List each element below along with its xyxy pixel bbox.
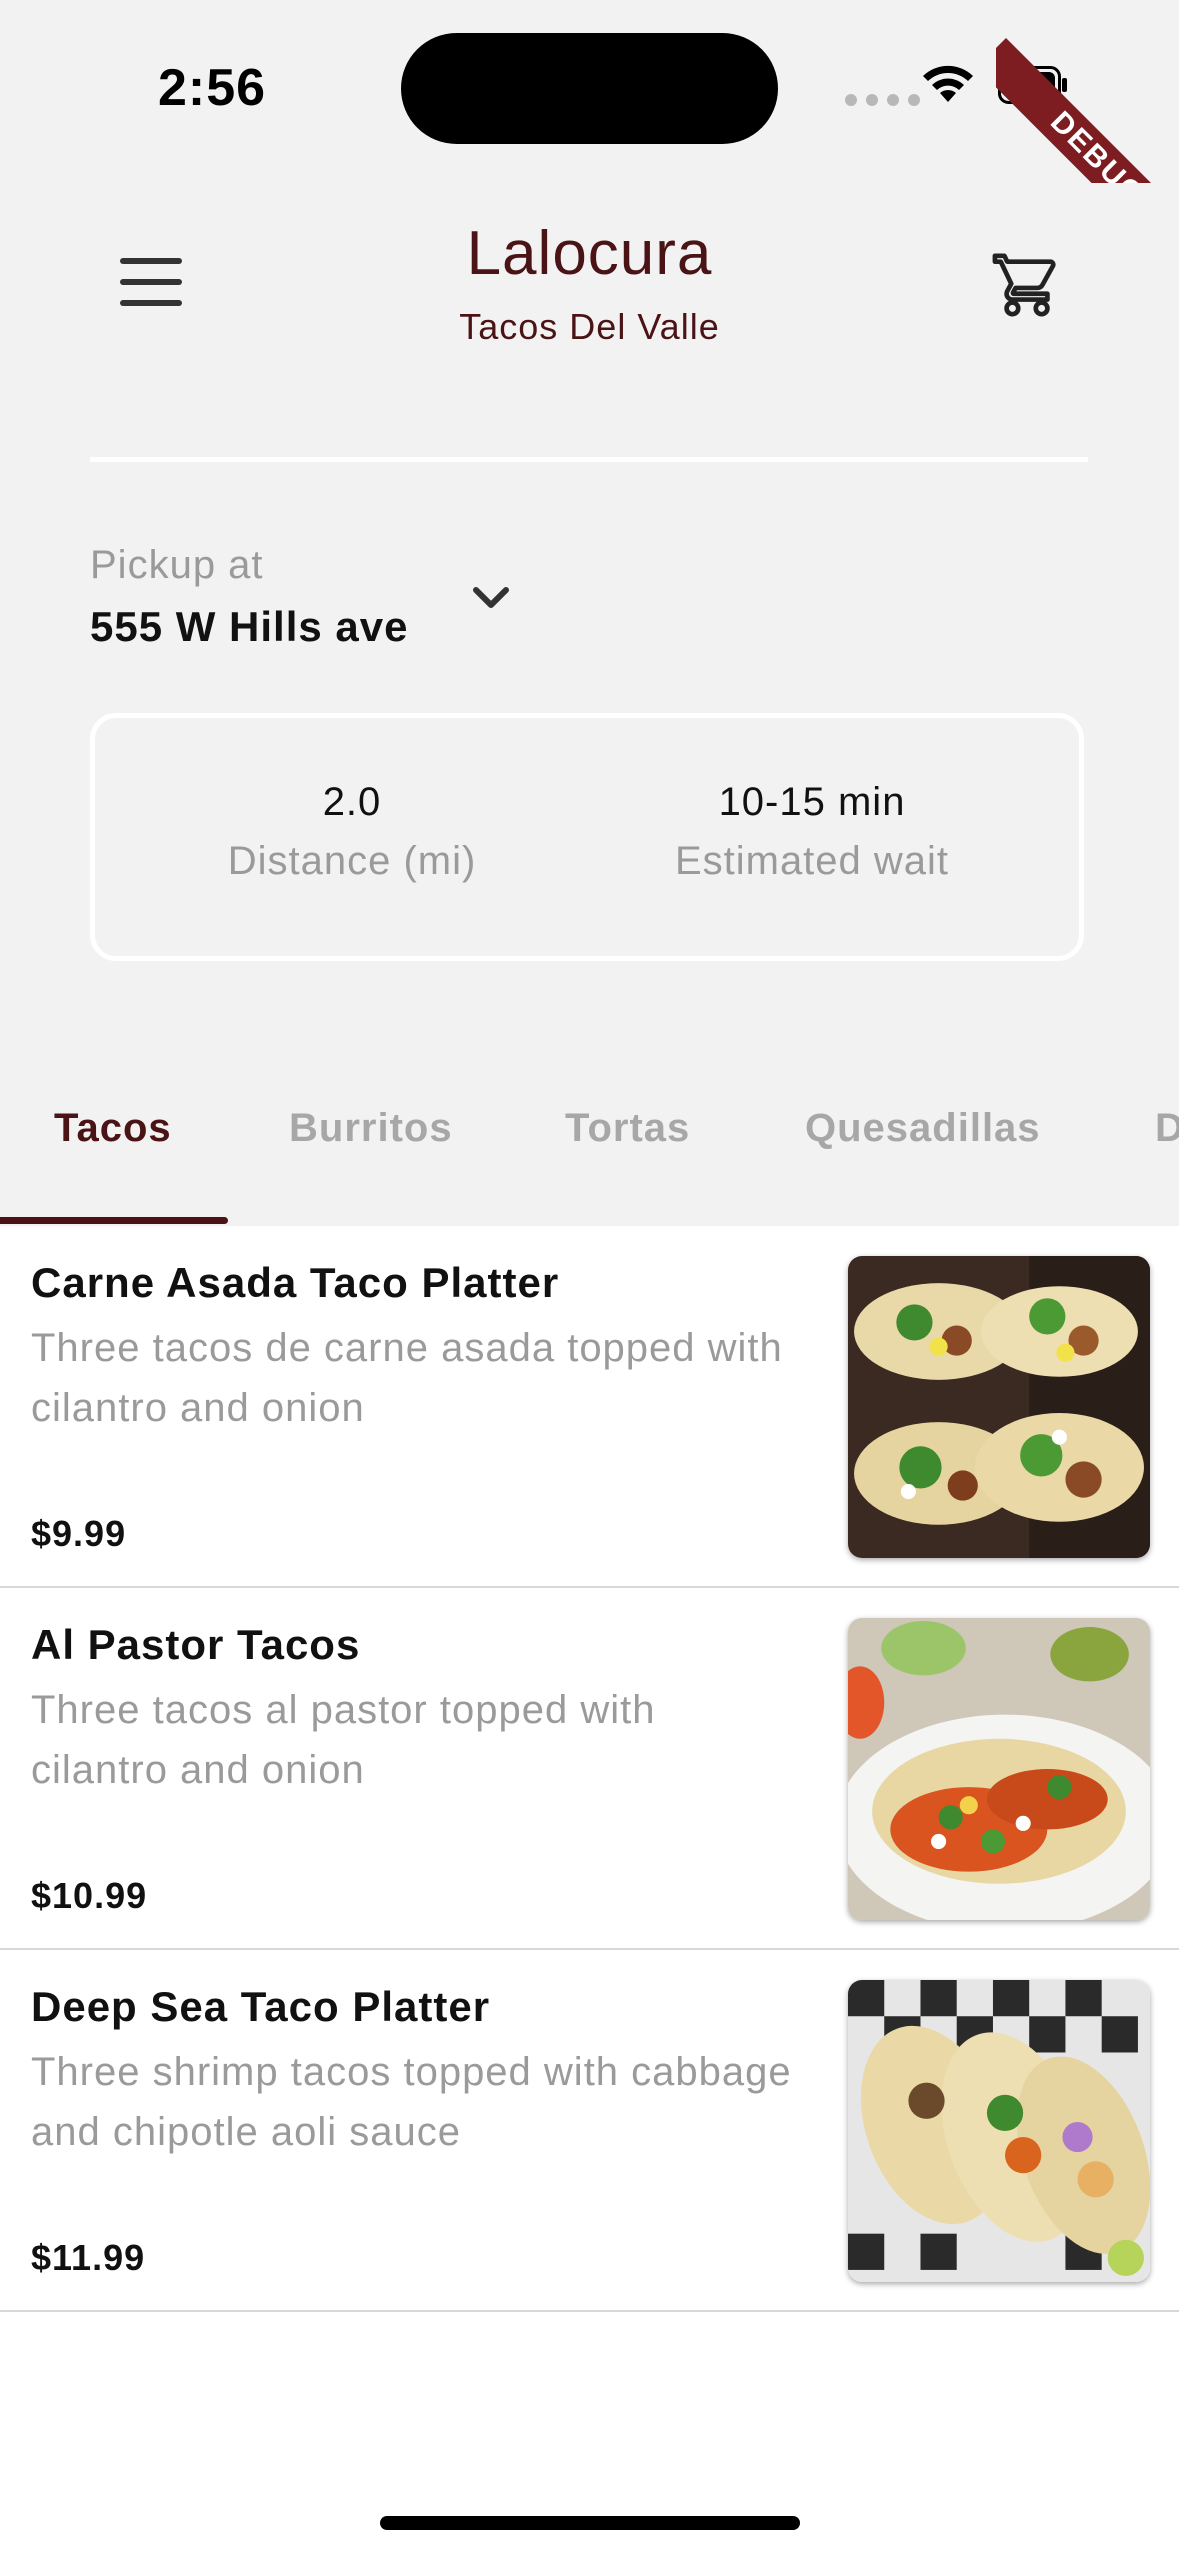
dynamic-island [401,33,778,144]
item-description: Three shrimp tacos topped with cabbage a… [31,2050,792,2154]
chevron-down-icon[interactable] [466,578,516,618]
item-photo[interactable] [848,1980,1150,2282]
item-description: Three tacos al pastor topped with cilant… [31,1688,656,1792]
tab-tacos[interactable]: Tacos [54,1106,172,1151]
distance-label: Distance (mi) [227,839,477,883]
home-indicator [380,2516,800,2530]
wait-stat: 10-15 min Estimated wait [612,780,1012,884]
cart-icon[interactable] [992,250,1062,320]
tab-overflow[interactable]: D [1155,1106,1179,1151]
pickup-label: Pickup at [90,543,264,587]
item-name: Deep Sea Taco Platter [31,1983,491,2030]
tab-tortas[interactable]: Tortas [565,1106,690,1151]
menu-item[interactable]: Al Pastor Tacos Three tacos al pastor to… [0,1588,1179,1950]
item-photo[interactable] [848,1618,1150,1920]
menu-item[interactable]: Carne Asada Taco Platter Three tacos de … [0,1226,1179,1588]
item-price: $11.99 [31,2237,146,2278]
status-time: 2:56 [158,59,267,117]
distance-value: 2.0 [322,780,382,824]
item-price: $9.99 [31,1513,127,1554]
item-name: Carne Asada Taco Platter [31,1259,560,1306]
distance-stat: 2.0 Distance (mi) [152,780,552,884]
tab-burritos[interactable]: Burritos [289,1106,453,1151]
menu-list: Carne Asada Taco Platter Three tacos de … [0,1226,1179,2556]
item-photo[interactable] [848,1256,1150,1558]
item-description: Three tacos de carne asada topped with c… [31,1326,783,1430]
pickup-address[interactable]: 555 W Hills ave [90,603,409,651]
wait-value: 10-15 min [718,780,906,824]
item-price: $10.99 [31,1875,148,1916]
tab-indicator [0,1217,228,1224]
cellular-signal-icon [845,94,920,106]
debug-banner: DEBUG [996,0,1179,183]
header-divider [90,457,1088,462]
wait-label: Estimated wait [674,839,950,883]
wifi-icon [923,65,973,102]
menu-item[interactable]: Deep Sea Taco Platter Three shrimp tacos… [0,1950,1179,2312]
tab-quesadillas[interactable]: Quesadillas [805,1106,1041,1151]
item-name: Al Pastor Tacos [31,1621,361,1668]
